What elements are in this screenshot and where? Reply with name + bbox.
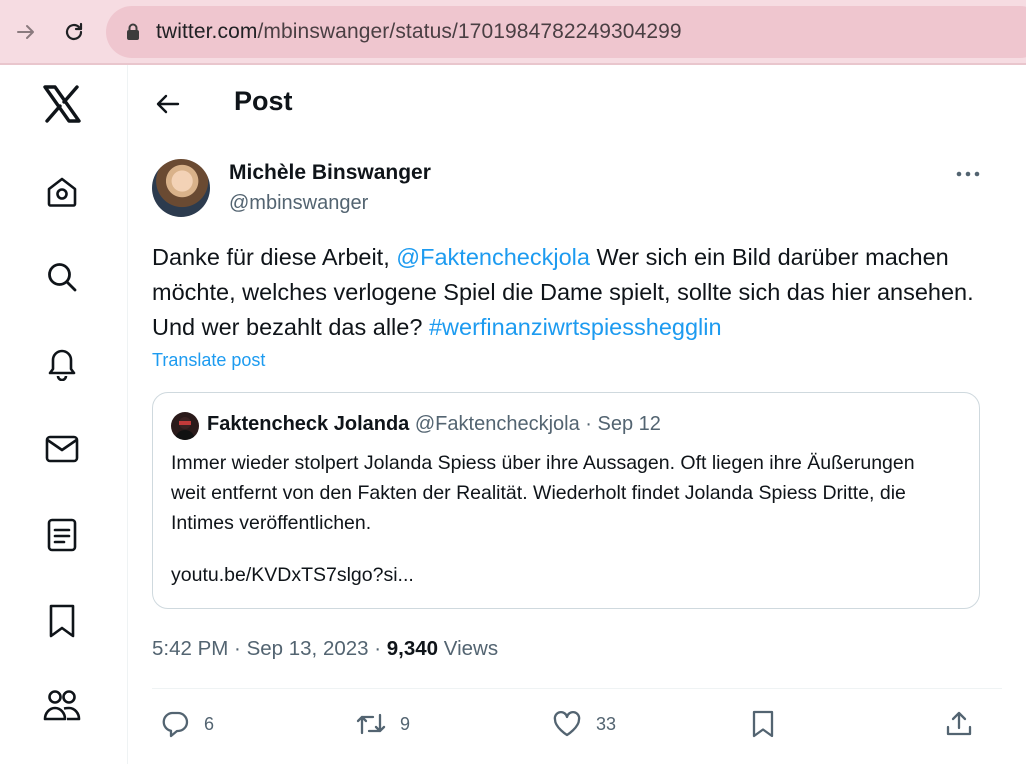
bookmarks-icon[interactable] (40, 599, 84, 643)
communities-icon[interactable] (40, 683, 84, 727)
quoted-url[interactable]: youtu.be/KVDxTS7slgo?si... (171, 564, 414, 587)
search-icon[interactable] (40, 255, 84, 299)
quoted-post-card[interactable]: Faktencheck Jolanda @Faktencheckjola · S… (152, 392, 980, 609)
bookmark-icon (752, 710, 774, 738)
reply-count: 6 (204, 713, 215, 734)
repost-icon (356, 713, 386, 735)
url-host: twitter.com (156, 20, 258, 43)
quoted-text: Immer wieder stolpert Jolanda Spiess übe… (171, 452, 915, 534)
back-arrow-icon (156, 94, 180, 114)
back-button[interactable] (150, 86, 186, 122)
browser-divider (0, 63, 1026, 65)
tweet-text: Danke für diese Arbeit, @Faktencheckjola… (152, 240, 1002, 345)
reload-icon[interactable] (56, 14, 92, 50)
avatar[interactable] (152, 159, 210, 217)
views-count: 9,340 (386, 637, 439, 660)
quoted-author-handle: @Faktencheckjola (414, 413, 580, 435)
author-handle[interactable]: @mbinswanger (229, 192, 368, 215)
quoted-author-name: Faktencheck Jolanda (207, 413, 410, 435)
bookmark-button[interactable] (750, 706, 776, 742)
share-button[interactable] (944, 706, 974, 742)
reply-icon (162, 711, 189, 738)
address-bar[interactable]: twitter.com/mbinswanger/status/170198478… (106, 6, 1026, 58)
mention-link[interactable]: @Faktencheckjola (396, 244, 590, 270)
quoted-separator: · (579, 413, 598, 435)
post-meta: 5:42 PM · Sep 13, 2023 · 9,340 Views (152, 637, 498, 661)
quoted-date: Sep 12 (597, 413, 661, 435)
share-icon (946, 711, 972, 736)
lock-icon (126, 23, 140, 46)
like-count: 33 (596, 713, 617, 734)
repost-button[interactable]: 9 (354, 706, 410, 742)
meta-separator: · (368, 637, 387, 660)
meta-separator: · (228, 637, 247, 660)
column-divider (127, 65, 128, 764)
heart-icon (553, 711, 581, 737)
post-date[interactable]: Sep 13, 2023 (247, 637, 369, 660)
hashtag-link[interactable]: #werfinanziwrtspiesshegglin (429, 314, 722, 340)
browser-toolbar: twitter.com/mbinswanger/status/170198478… (0, 0, 1026, 64)
tweet-text-part: Danke für diese Arbeit, (152, 244, 397, 270)
sidebar-nav (0, 65, 128, 764)
views-label: Views (443, 637, 499, 660)
reply-button[interactable]: 6 (160, 706, 214, 742)
repost-count: 9 (400, 713, 411, 734)
lists-icon[interactable] (40, 513, 84, 557)
forward-icon[interactable] (8, 14, 44, 50)
messages-icon[interactable] (40, 427, 84, 471)
home-icon[interactable] (40, 170, 84, 214)
post-time[interactable]: 5:42 PM (152, 637, 228, 660)
page-title: Post (234, 86, 293, 116)
quoted-header: Faktencheck Jolanda @Faktencheckjola · S… (207, 413, 661, 436)
notifications-icon[interactable] (40, 341, 84, 385)
like-button[interactable]: 33 (552, 706, 616, 742)
divider (152, 688, 1002, 689)
url-path: /mbinswanger/status/1701984782249304299 (257, 20, 682, 43)
quoted-avatar (171, 412, 199, 440)
translate-post-link[interactable]: Translate post (152, 350, 265, 371)
more-options-icon[interactable] (950, 162, 986, 186)
x-logo-icon[interactable] (40, 82, 84, 126)
author-name[interactable]: Michèle Binswanger (229, 161, 431, 185)
url-text: twitter.com/mbinswanger/status/170198478… (156, 20, 682, 44)
